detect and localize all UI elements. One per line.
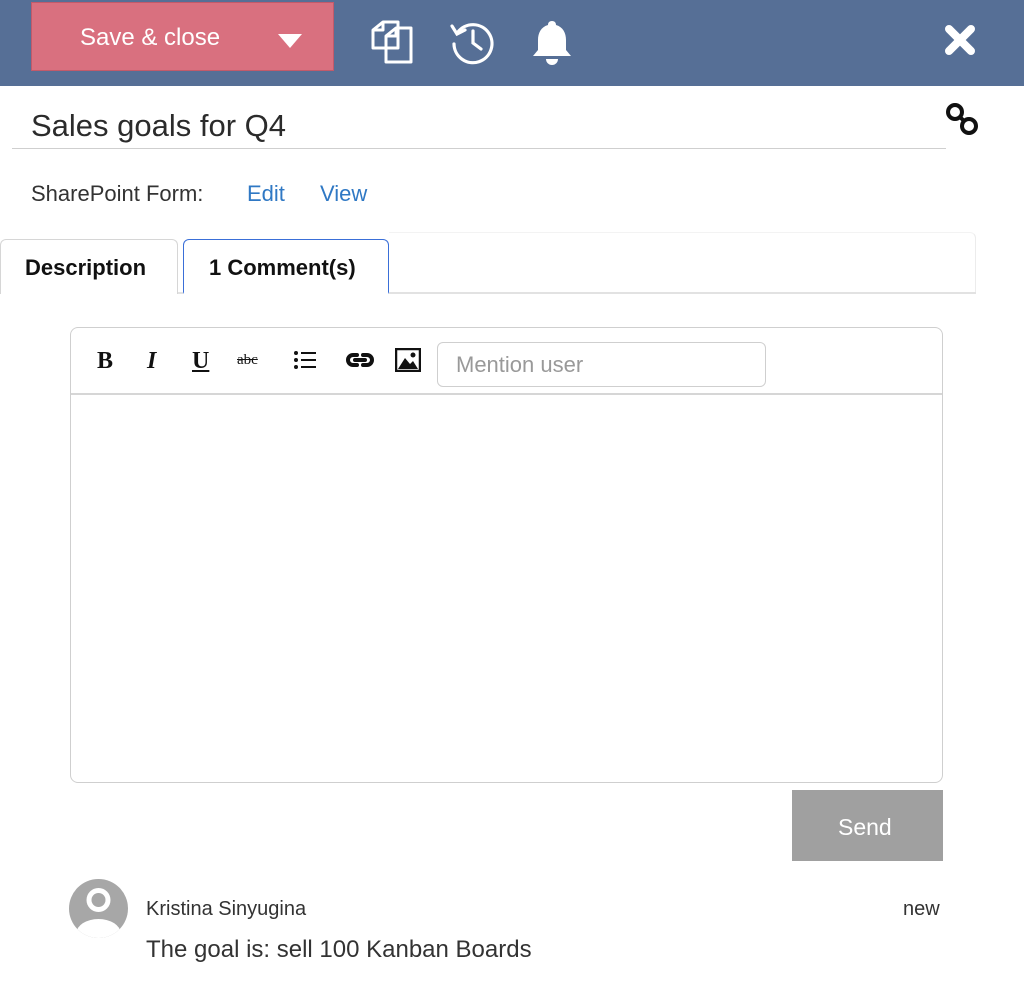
comment-text-area[interactable] bbox=[71, 395, 942, 780]
tabs-container-edge bbox=[389, 232, 976, 294]
list-icon[interactable] bbox=[293, 348, 317, 377]
history-icon[interactable] bbox=[448, 18, 496, 66]
item-title[interactable]: Sales goals for Q4 bbox=[31, 108, 286, 144]
underline-button[interactable]: U bbox=[192, 348, 209, 375]
strikethrough-button[interactable]: abc bbox=[237, 352, 258, 369]
chevron-down-icon[interactable] bbox=[278, 29, 302, 57]
tab-comments-label: 1 Comment(s) bbox=[209, 255, 356, 280]
copy-icon[interactable] bbox=[368, 18, 416, 66]
title-underline bbox=[12, 148, 946, 149]
italic-button[interactable]: I bbox=[147, 348, 156, 375]
image-icon[interactable] bbox=[394, 347, 422, 377]
comment-editor: B I U abc bbox=[70, 327, 943, 783]
comment-status-badge: new bbox=[903, 898, 940, 920]
comment-author: Kristina Sinyugina bbox=[146, 898, 307, 920]
avatar bbox=[69, 879, 128, 938]
link-icon[interactable] bbox=[344, 348, 376, 377]
sharepoint-view-link[interactable]: View bbox=[320, 181, 367, 207]
mention-user-input[interactable] bbox=[437, 342, 766, 387]
send-button[interactable]: Send bbox=[792, 790, 943, 861]
bell-icon[interactable] bbox=[528, 18, 576, 66]
top-toolbar: Save & close bbox=[0, 0, 1024, 86]
comment-text: The goal is: sell 100 Kanban Boards bbox=[146, 936, 532, 963]
tab-description-label: Description bbox=[25, 255, 147, 280]
sharepoint-form-label: SharePoint Form: bbox=[31, 181, 204, 206]
link-icon[interactable] bbox=[944, 101, 980, 137]
close-icon[interactable] bbox=[940, 20, 980, 60]
bold-button[interactable]: B bbox=[97, 348, 113, 375]
sharepoint-edit-link[interactable]: Edit bbox=[247, 181, 285, 207]
save-close-label: Save & close bbox=[80, 24, 221, 51]
save-close-button[interactable]: Save & close bbox=[31, 2, 334, 71]
tab-comments[interactable]: 1 Comment(s) bbox=[183, 239, 389, 294]
tab-description[interactable]: Description bbox=[0, 239, 178, 294]
send-button-label: Send bbox=[838, 814, 892, 840]
